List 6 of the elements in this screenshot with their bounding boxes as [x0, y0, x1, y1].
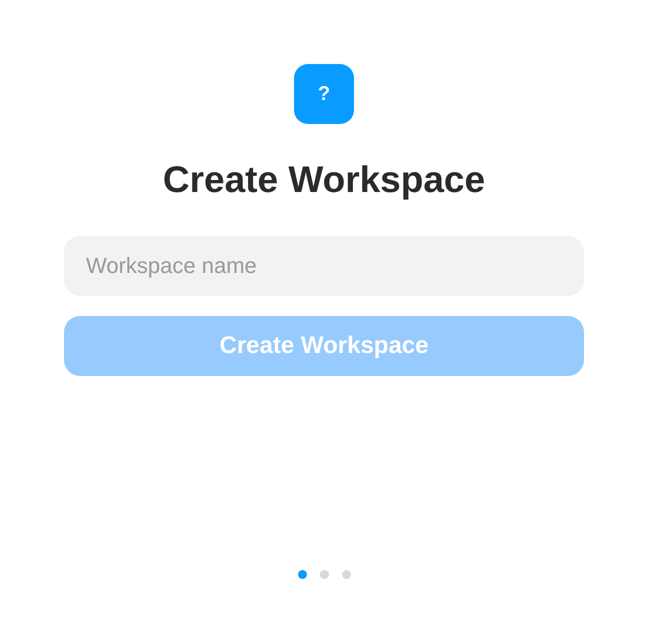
page-dot[interactable]: [342, 570, 350, 579]
page-dot[interactable]: [320, 570, 328, 579]
page-title: Create Workspace: [162, 158, 486, 202]
page-dot[interactable]: [298, 570, 306, 579]
workspace-name-field[interactable]: Workspace name: [64, 236, 584, 296]
logo-badge: ?: [294, 64, 354, 124]
